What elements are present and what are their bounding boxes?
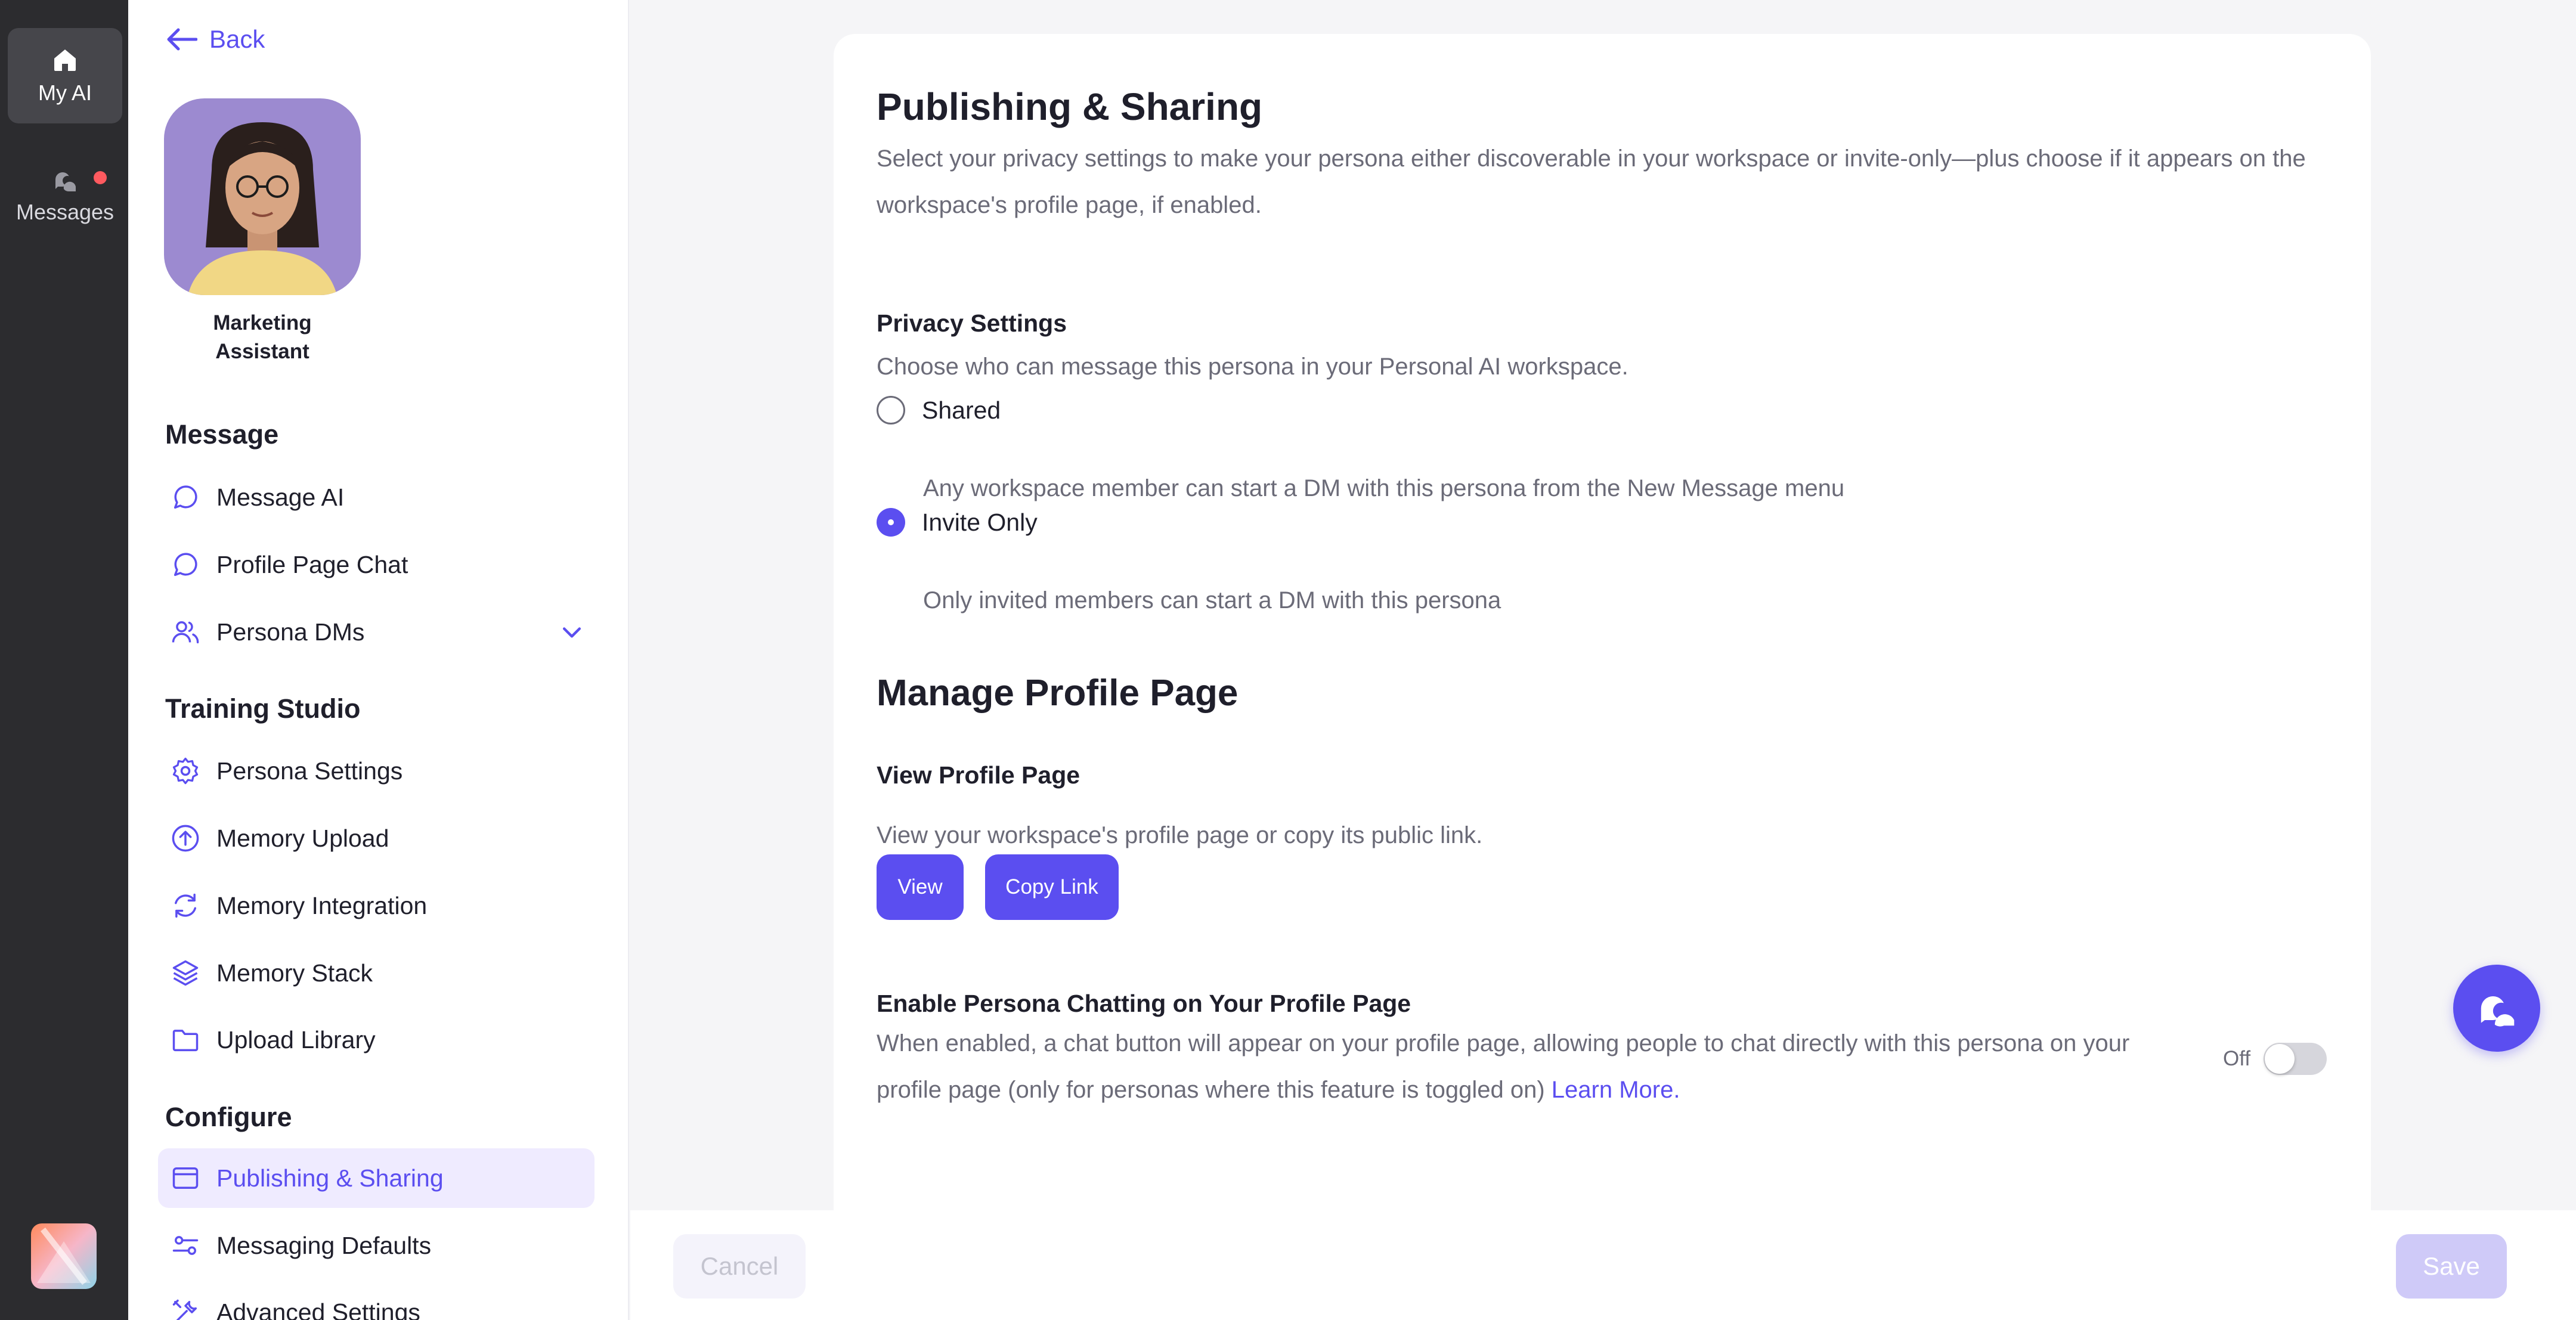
chevron-down-icon[interactable] [559, 619, 585, 645]
sidebar-item-label: Memory Upload [216, 824, 389, 852]
sidebar-item-message-ai[interactable]: Message AI [158, 467, 595, 527]
arrow-left-icon [167, 28, 197, 51]
profile-chat-toggle[interactable] [2264, 1043, 2327, 1075]
radio-option-description: Only invited members can start a DM with… [923, 587, 1501, 613]
page-title: Publishing & Sharing [877, 85, 1263, 128]
enable-chat-title: Enable Persona Chatting on Your Profile … [877, 990, 1411, 1017]
persona-name: Marketing Assistant [213, 311, 312, 363]
sidebar-item-publishing-sharing[interactable]: Publishing & Sharing [158, 1148, 595, 1208]
action-footer: Cancel Save [630, 1210, 2576, 1320]
settings-sidebar: Back Marketing Assistant Message Message… [128, 0, 629, 1320]
sidebar-item-label: Memory Stack [216, 959, 373, 987]
folder-icon [172, 1030, 199, 1052]
profile-chat-toggle-group: Off [2223, 1043, 2327, 1075]
app-logo[interactable] [31, 1223, 97, 1289]
notification-dot [94, 171, 107, 184]
chat-bubbles-icon [2481, 996, 2515, 1027]
rail-item-my-ai[interactable]: My AI [8, 28, 122, 123]
chat-bubble-icon [174, 485, 197, 509]
sidebar-item-memory-integration[interactable]: Memory Integration [158, 876, 595, 935]
users-icon [172, 621, 199, 644]
cancel-button[interactable]: Cancel [673, 1234, 806, 1299]
window-icon [172, 1167, 199, 1189]
persona-portrait [164, 98, 361, 295]
sidebar-item-memory-upload[interactable]: Memory Upload [158, 808, 595, 868]
view-profile-subtitle: View your workspace's profile page or co… [877, 822, 1483, 848]
enable-chat-description: When enabled, a chat button will appear … [877, 1020, 2200, 1113]
radio-button[interactable] [877, 396, 905, 424]
upload-circle-icon [172, 825, 199, 852]
rail-item-messages[interactable]: Messages [8, 147, 122, 243]
radio-option-description: Any workspace member can start a DM with… [923, 475, 1845, 501]
radio-option-invite-only[interactable]: Invite Only [877, 508, 1038, 537]
sidebar-item-label: Message AI [216, 483, 345, 511]
save-button[interactable]: Save [2396, 1234, 2507, 1299]
radio-button-selected[interactable] [877, 508, 905, 537]
copy-link-button[interactable]: Copy Link [985, 854, 1119, 920]
gear-icon [172, 757, 199, 785]
manage-profile-title: Manage Profile Page [877, 673, 1239, 714]
chat-launcher-button[interactable] [2453, 965, 2540, 1052]
privacy-settings-subtitle: Choose who can message this persona in y… [877, 354, 1628, 380]
view-button[interactable]: View [877, 854, 964, 920]
section-title-message: Message [165, 419, 279, 450]
sidebar-item-messaging-defaults[interactable]: Messaging Defaults [158, 1216, 595, 1275]
radio-label: Invite Only [922, 508, 1038, 536]
radio-option-shared[interactable]: Shared [877, 396, 1001, 424]
radio-label: Shared [922, 396, 1001, 424]
enable-chat-text: When enabled, a chat button will appear … [877, 1030, 2130, 1103]
sidebar-item-advanced-settings[interactable]: Advanced Settings [158, 1282, 595, 1320]
back-link[interactable]: Back [165, 25, 265, 54]
sidebar-item-profile-page-chat[interactable]: Profile Page Chat [158, 535, 595, 594]
back-label: Back [209, 25, 265, 53]
toggle-state-label: Off [2223, 1047, 2251, 1070]
layers-icon [172, 960, 199, 986]
section-title-configure: Configure [165, 1102, 292, 1132]
sidebar-item-persona-settings[interactable]: Persona Settings [158, 741, 595, 801]
sidebar-item-memory-stack[interactable]: Memory Stack [158, 943, 595, 1003]
section-title-training-studio: Training Studio [165, 693, 361, 724]
sliders-icon [172, 1236, 199, 1255]
chat-bubble-icon [174, 553, 197, 577]
settings-card: Publishing & Sharing Select your privacy… [834, 34, 2371, 1320]
rail-item-label: Messages [16, 200, 114, 224]
privacy-settings-title: Privacy Settings [877, 309, 1067, 337]
sidebar-item-upload-library[interactable]: Upload Library [158, 1010, 595, 1070]
sidebar-item-persona-dms[interactable]: Persona DMs [158, 602, 595, 662]
sidebar-item-label: Persona Settings [216, 757, 403, 785]
chat-bubbles-icon [55, 172, 76, 191]
sidebar-item-label: Persona DMs [216, 618, 365, 646]
persona-avatar [164, 98, 361, 295]
sidebar-item-label: Advanced Settings [216, 1298, 420, 1320]
sidebar-item-label: Messaging Defaults [216, 1231, 432, 1259]
view-profile-title: View Profile Page [877, 761, 1080, 789]
home-icon [54, 49, 76, 71]
app-rail: My AI Messages [0, 0, 128, 1320]
tools-icon [172, 1299, 197, 1320]
page-description: Select your privacy settings to make you… [877, 145, 2306, 218]
rail-item-label: My AI [38, 80, 92, 105]
refresh-icon [175, 893, 196, 918]
sidebar-item-label: Publishing & Sharing [216, 1164, 444, 1192]
learn-more-link[interactable]: Learn More. [1552, 1077, 1680, 1103]
sidebar-item-label: Profile Page Chat [216, 550, 408, 578]
sidebar-item-label: Memory Integration [216, 891, 428, 919]
logo-icon [31, 1223, 97, 1289]
sidebar-item-label: Upload Library [216, 1025, 376, 1053]
